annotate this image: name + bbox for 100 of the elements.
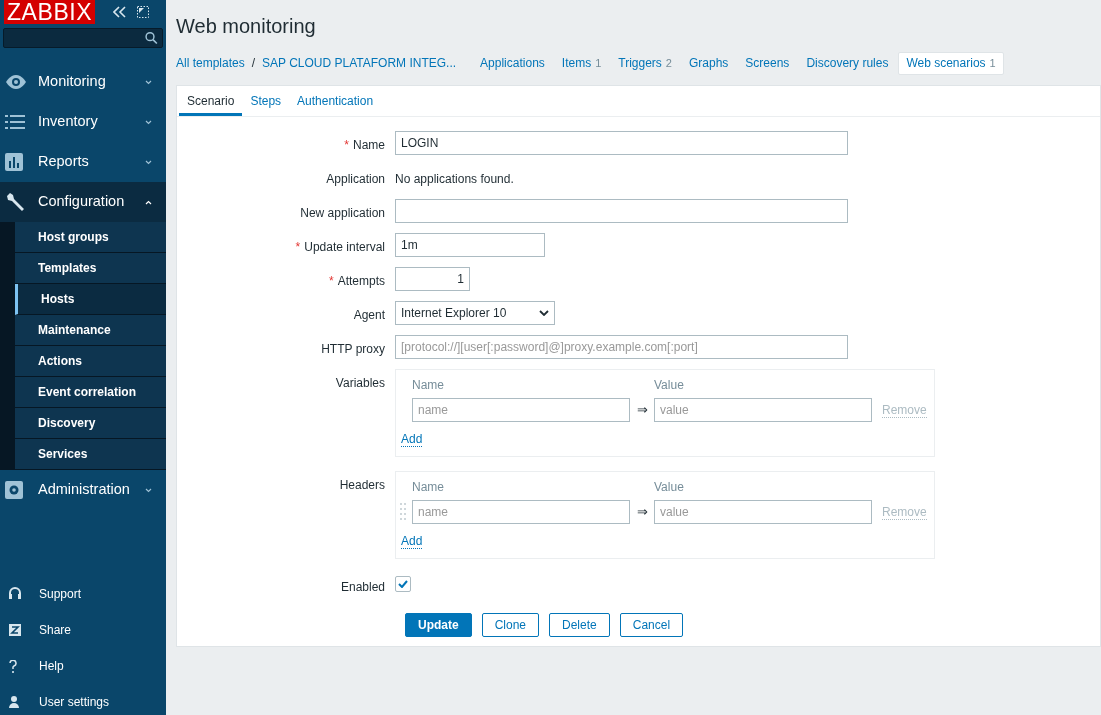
z-icon — [9, 624, 21, 636]
menu-item[interactable]: Administration — [0, 470, 166, 510]
question-icon — [9, 659, 17, 673]
form-tab[interactable]: Steps — [242, 86, 290, 116]
footer-label: Help — [39, 658, 64, 675]
footer-link[interactable]: Help — [0, 648, 166, 684]
value-field[interactable]: value — [654, 500, 872, 524]
select-field[interactable]: Internet Explorer 10 — [395, 301, 555, 325]
nav-tab[interactable]: Graphs — [682, 51, 736, 75]
footer-link[interactable]: User settings — [0, 684, 166, 715]
form-tab[interactable]: Authentication — [289, 86, 382, 116]
nav-tab[interactable]: Web scenarios 1 — [898, 51, 1004, 75]
wrench-icon — [5, 192, 25, 212]
field-label: Application — [326, 172, 385, 186]
kiosk-mode-icon[interactable] — [137, 6, 150, 18]
text-field[interactable]: LOGIN — [395, 131, 848, 155]
bar-chart-icon — [5, 153, 23, 171]
drag-handle-icon[interactable] — [400, 502, 406, 522]
caret-down-icon — [539, 310, 549, 316]
breadcrumb-link[interactable]: All templates — [176, 54, 245, 72]
breadcrumb-link[interactable]: SAP CLOUD PLATAFORM INTEG... — [262, 54, 457, 72]
caret-up-icon — [145, 199, 152, 205]
column-header: Name — [412, 479, 445, 496]
nav-tab[interactable]: Applications — [473, 51, 552, 75]
menu-label: Administration — [38, 480, 131, 500]
gear-icon — [5, 481, 23, 499]
select-value: Internet Explorer 10 — [401, 305, 507, 322]
add-link[interactable]: Add — [401, 432, 423, 447]
submenu-item[interactable]: Host groups — [15, 222, 166, 253]
submenu-item[interactable]: Services — [15, 439, 166, 470]
column-header: Value — [654, 479, 684, 496]
user-icon — [9, 696, 19, 708]
submenu-item[interactable]: Discovery — [15, 408, 166, 439]
collapse-icon[interactable] — [113, 6, 128, 18]
menu-label: Configuration — [38, 192, 126, 212]
arrow-sign: ⇒ — [635, 503, 649, 522]
field-label: Attempts — [337, 274, 385, 288]
field-value: No applications found. — [395, 171, 514, 188]
submenu-item[interactable]: Actions — [15, 346, 166, 377]
footer-link[interactable]: Share — [0, 612, 166, 648]
caret-down-icon — [145, 79, 152, 85]
form-button[interactable]: Delete — [549, 613, 610, 637]
field-label: Agent — [353, 308, 385, 322]
form-button[interactable]: Cancel — [619, 613, 684, 637]
field-label: HTTP proxy — [321, 342, 385, 356]
eye-icon — [5, 75, 27, 89]
list-icon — [5, 115, 25, 129]
form-tab[interactable]: Scenario — [179, 86, 243, 116]
nav-tab[interactable]: Items 1 — [554, 51, 609, 75]
breadcrumb-separator: / — [251, 55, 256, 72]
nav-tab[interactable]: Triggers 2 — [611, 51, 679, 75]
footer-label: Support — [39, 586, 82, 603]
column-header: Value — [654, 377, 684, 394]
headset-icon — [9, 587, 21, 601]
required-mark: * — [295, 240, 301, 254]
required-mark: * — [328, 274, 334, 288]
nav-tab[interactable]: Screens — [738, 51, 797, 75]
menu-item[interactable]: Inventory — [0, 102, 166, 142]
search-field[interactable] — [3, 28, 163, 48]
number-field[interactable]: 1 — [395, 267, 470, 291]
name-field[interactable]: name — [412, 500, 630, 524]
arrow-sign: ⇒ — [635, 401, 649, 420]
submenu-item[interactable]: Maintenance — [15, 315, 166, 346]
logo[interactable]: ZABBIX — [4, 0, 96, 24]
caret-down-icon — [145, 159, 152, 165]
field-label: Update interval — [304, 240, 385, 254]
text-field[interactable]: 1m — [395, 233, 545, 257]
text-field[interactable] — [395, 199, 848, 223]
menu-label: Reports — [38, 152, 90, 172]
page-title: Web monitoring — [175, 14, 317, 39]
name-field[interactable]: name — [412, 398, 630, 422]
field-label: New application — [300, 206, 385, 220]
menu-item[interactable]: Configuration — [0, 182, 166, 222]
submenu-item[interactable]: Templates — [15, 253, 166, 284]
field-label: Variables — [335, 376, 385, 390]
footer-link[interactable]: Support — [0, 576, 166, 612]
submenu-item[interactable]: Hosts — [15, 284, 166, 315]
menu-item[interactable]: Reports — [0, 142, 166, 182]
check-icon — [398, 580, 408, 588]
submenu-item[interactable]: Event correlation — [15, 377, 166, 408]
menu-item[interactable]: Monitoring — [0, 62, 166, 102]
update-button[interactable]: Update — [405, 613, 472, 637]
field-label: Enabled — [340, 580, 385, 594]
required-mark: * — [344, 138, 349, 152]
add-link[interactable]: Add — [401, 534, 423, 549]
caret-down-icon — [145, 119, 152, 125]
menu-label: Inventory — [38, 112, 99, 132]
footer-label: Share — [39, 622, 72, 639]
nav-tab[interactable]: Discovery rules — [799, 51, 896, 75]
footer-label: User settings — [39, 694, 110, 711]
field-label: Name — [353, 138, 385, 152]
column-header: Name — [412, 377, 445, 394]
form-button[interactable]: Clone — [481, 613, 540, 637]
text-field[interactable]: [protocol://][user[:password]@]proxy.example.com[:port] — [395, 335, 848, 359]
caret-down-icon — [145, 487, 152, 493]
checkbox[interactable] — [395, 576, 411, 592]
value-field[interactable]: value — [654, 398, 872, 422]
menu-label: Monitoring — [38, 72, 107, 92]
field-label: Headers — [339, 478, 385, 492]
search-icon[interactable] — [145, 31, 158, 45]
